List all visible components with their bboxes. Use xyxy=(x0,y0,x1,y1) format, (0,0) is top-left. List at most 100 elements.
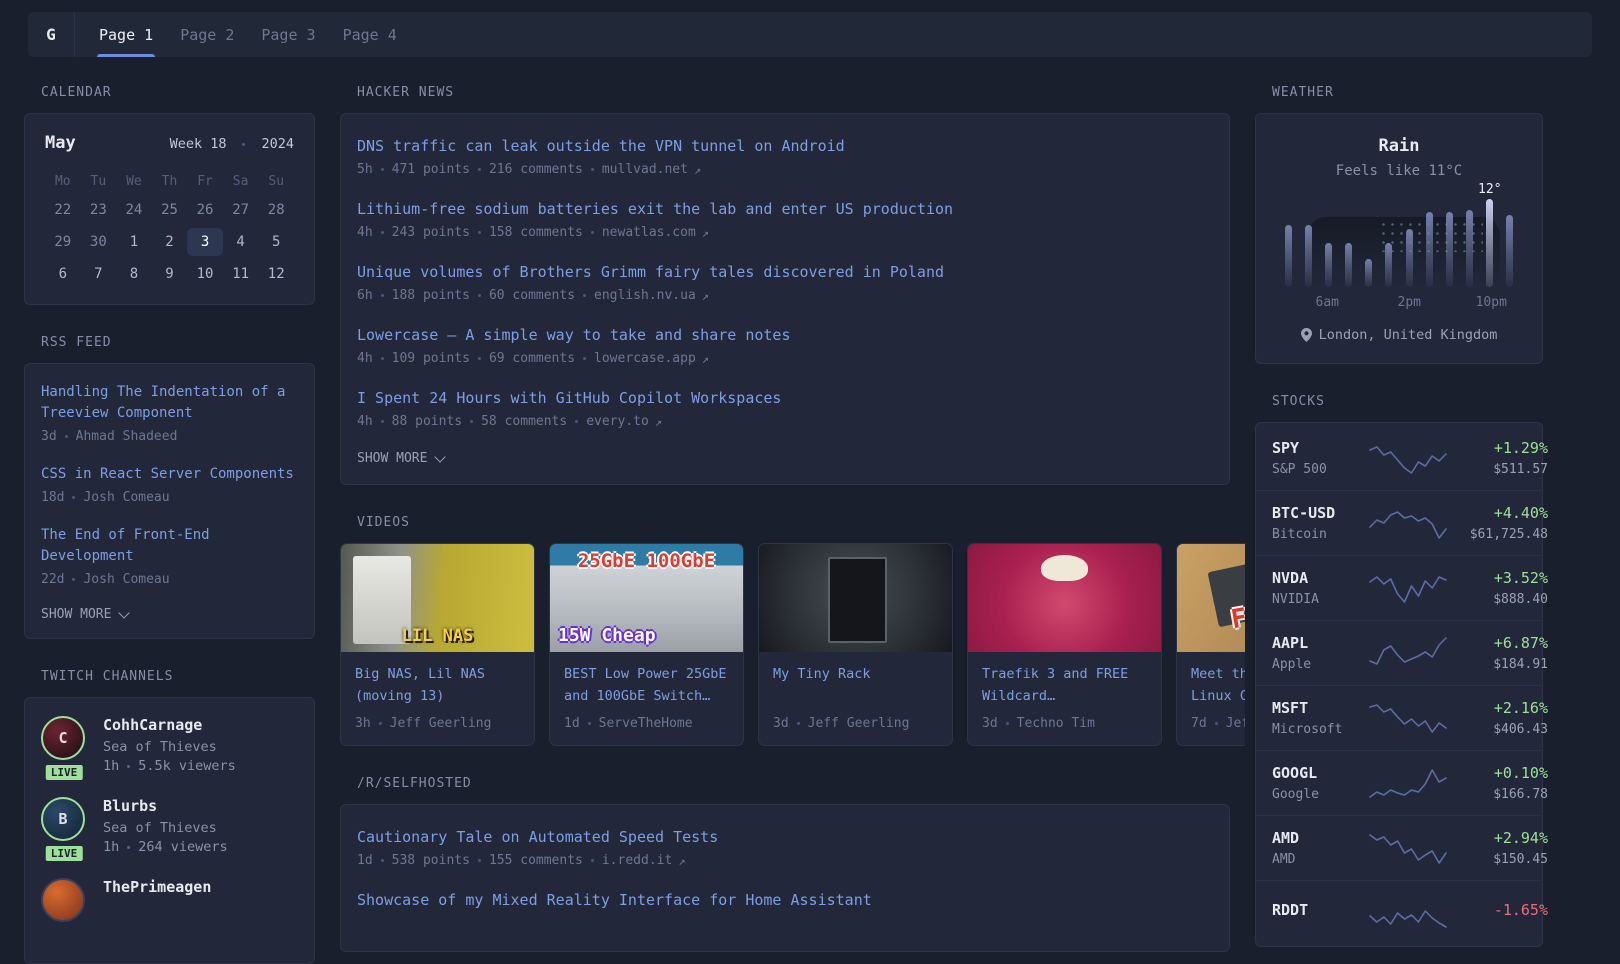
video-title[interactable]: BEST Low Power 25GbE and 100GbE Switch… xyxy=(564,664,729,707)
avatar[interactable]: B xyxy=(41,797,85,841)
item-comments[interactable]: 60 comments xyxy=(489,288,575,303)
calendar-day: 25 xyxy=(152,196,188,224)
tab-page-1[interactable]: Page 1 xyxy=(99,12,153,57)
item-points: 109 points xyxy=(392,351,470,366)
hackernews-show-more-button[interactable]: SHOW MORE xyxy=(357,451,1213,466)
channel-meta: 1h 264 viewers xyxy=(103,839,228,855)
twitch-channel-row[interactable]: C LIVE CohhCarnage Sea of Thieves 1h 5.5… xyxy=(41,716,298,774)
stock-name: Bitcoin xyxy=(1272,527,1368,542)
dot-separator xyxy=(591,231,594,234)
channel-uptime: 1h xyxy=(103,758,119,774)
stock-price: $888.40 xyxy=(1448,592,1548,607)
item-domain[interactable]: i.redd.it xyxy=(602,853,672,868)
video-title[interactable]: My Tiny Rack xyxy=(773,664,938,707)
video-card[interactable]: LIL NAS Big NAS, Lil NAS (moving 13) 3h … xyxy=(340,543,535,746)
story-item: Showcase of my Mixed Reality Interface f… xyxy=(357,890,1213,911)
stock-sparkline xyxy=(1368,765,1448,801)
item-author: ServeTheHome xyxy=(599,716,693,731)
video-title[interactable]: Meet the FASTEST Linux Cluster xyxy=(1191,664,1245,707)
stock-name: Google xyxy=(1272,787,1368,802)
item-comments[interactable]: 216 comments xyxy=(489,162,583,177)
calendar-day: 26 xyxy=(187,196,223,224)
story-title[interactable]: Lowercase – A simple way to take and sha… xyxy=(357,325,1213,346)
channel-name[interactable]: CohhCarnage xyxy=(103,716,236,734)
twitch-channel-row[interactable]: ThePrimeagen xyxy=(41,878,298,922)
video-thumbnail[interactable] xyxy=(968,544,1161,652)
app-logo[interactable]: G xyxy=(28,12,75,57)
video-thumbnail[interactable]: FAST xyxy=(1177,544,1245,652)
weather-chart: 12° xyxy=(1276,199,1522,287)
stock-values: +4.40% $61,725.48 xyxy=(1448,504,1548,542)
story-item: Lithium-free sodium batteries exit the l… xyxy=(357,199,1213,240)
item-domain[interactable]: lowercase.app xyxy=(594,351,696,366)
rss-show-more-button[interactable]: SHOW MORE xyxy=(41,607,298,622)
thumbnail-text-overlay: 15W Cheap xyxy=(558,625,656,646)
avatar[interactable]: C xyxy=(41,716,85,760)
video-card[interactable]: Traefik 3 and FREE Wildcard… 3d Techno T… xyxy=(967,543,1162,746)
right-column: WEATHER Rain Feels like 11°C 12° 6am2pm1… xyxy=(1255,85,1543,947)
calendar-day: 8 xyxy=(116,260,152,288)
video-thumbnail[interactable]: 25GbE 100GbE15W Cheap xyxy=(550,544,743,652)
stock-sparkline xyxy=(1368,570,1448,606)
item-age: 22d xyxy=(41,572,64,587)
video-title[interactable]: Big NAS, Lil NAS (moving 13) xyxy=(355,664,520,707)
story-title[interactable]: Unique volumes of Brothers Grimm fairy t… xyxy=(357,262,1213,283)
story-title[interactable]: Lithium-free sodium batteries exit the l… xyxy=(357,199,1213,220)
stock-price: $166.78 xyxy=(1448,787,1548,802)
item-comments[interactable]: 69 comments xyxy=(489,351,575,366)
chevron-down-icon xyxy=(435,451,446,462)
video-card[interactable]: FAST Meet the FASTEST Linux Cluster 7d J… xyxy=(1176,543,1245,746)
item-domain[interactable]: newatlas.com xyxy=(602,225,696,240)
tab-page-3[interactable]: Page 3 xyxy=(261,12,315,57)
video-meta: 3h Jeff Geerling xyxy=(355,716,520,731)
stock-row: SPY S&P 500 +1.29% $511.57 xyxy=(1256,426,1542,490)
calendar-day: 11 xyxy=(223,260,259,288)
story-title[interactable]: Showcase of my Mixed Reality Interface f… xyxy=(357,890,1213,911)
calendar-day: 27 xyxy=(223,196,259,224)
video-card[interactable]: 25GbE 100GbE15W Cheap BEST Low Power 25G… xyxy=(549,543,744,746)
weather-bar xyxy=(1339,199,1359,287)
stock-row: RDDT -1.65% xyxy=(1256,880,1542,943)
rss-item-title[interactable]: CSS in React Server Components xyxy=(41,464,298,485)
rss-list: Handling The Indentation of a Treeview C… xyxy=(41,382,298,587)
story-title[interactable]: DNS traffic can leak outside the VPN tun… xyxy=(357,136,1213,157)
video-title[interactable]: Traefik 3 and FREE Wildcard… xyxy=(982,664,1147,707)
top-nav: G Page 1 Page 2 Page 3 Page 4 xyxy=(28,12,1592,57)
external-link-icon: ↗ xyxy=(702,289,709,303)
story-title[interactable]: Cautionary Tale on Automated Speed Tests xyxy=(357,827,1213,848)
dot-separator xyxy=(575,420,578,423)
story-item: DNS traffic can leak outside the VPN tun… xyxy=(357,136,1213,177)
tab-page-2[interactable]: Page 2 xyxy=(180,12,234,57)
item-age: 1d xyxy=(357,853,373,868)
video-card[interactable]: My Tiny Rack 3d Jeff Geerling xyxy=(758,543,953,746)
item-points: 243 points xyxy=(392,225,470,240)
item-comments[interactable]: 158 comments xyxy=(489,225,583,240)
twitch-channel-row[interactable]: B LIVE Blurbs Sea of Thieves 1h 264 view… xyxy=(41,797,298,855)
tab-page-4[interactable]: Page 4 xyxy=(343,12,397,57)
story-title[interactable]: I Spent 24 Hours with GitHub Copilot Wor… xyxy=(357,388,1213,409)
nav-tabs: Page 1 Page 2 Page 3 Page 4 xyxy=(75,12,397,57)
item-domain[interactable]: mullvad.net xyxy=(602,162,688,177)
item-comments[interactable]: 58 comments xyxy=(481,414,567,429)
middle-column: HACKER NEWS DNS traffic can leak outside… xyxy=(340,85,1230,952)
stock-name: Apple xyxy=(1272,657,1368,672)
video-body: My Tiny Rack 3d Jeff Geerling xyxy=(759,652,952,745)
channel-game: Sea of Thieves xyxy=(103,739,236,755)
dot-separator xyxy=(478,859,481,862)
rss-item-title[interactable]: Handling The Indentation of a Treeview C… xyxy=(41,382,298,424)
channel-name[interactable]: ThePrimeagen xyxy=(103,878,211,896)
avatar[interactable] xyxy=(41,878,85,922)
item-domain[interactable]: every.to xyxy=(586,414,649,429)
weekday-label: Sa xyxy=(223,174,259,189)
item-comments[interactable]: 155 comments xyxy=(489,853,583,868)
item-author: Jeff Geerling xyxy=(390,716,492,731)
item-age: 18d xyxy=(41,490,64,505)
item-domain[interactable]: english.nv.ua xyxy=(594,288,696,303)
video-thumbnail[interactable]: LIL NAS xyxy=(341,544,534,652)
video-thumbnail[interactable] xyxy=(759,544,952,652)
stock-sparkline xyxy=(1368,440,1448,476)
live-badge: LIVE xyxy=(44,763,85,782)
rss-item-title[interactable]: The End of Front-End Development xyxy=(41,525,298,567)
stock-change: +0.10% xyxy=(1448,764,1548,782)
channel-name[interactable]: Blurbs xyxy=(103,797,228,815)
